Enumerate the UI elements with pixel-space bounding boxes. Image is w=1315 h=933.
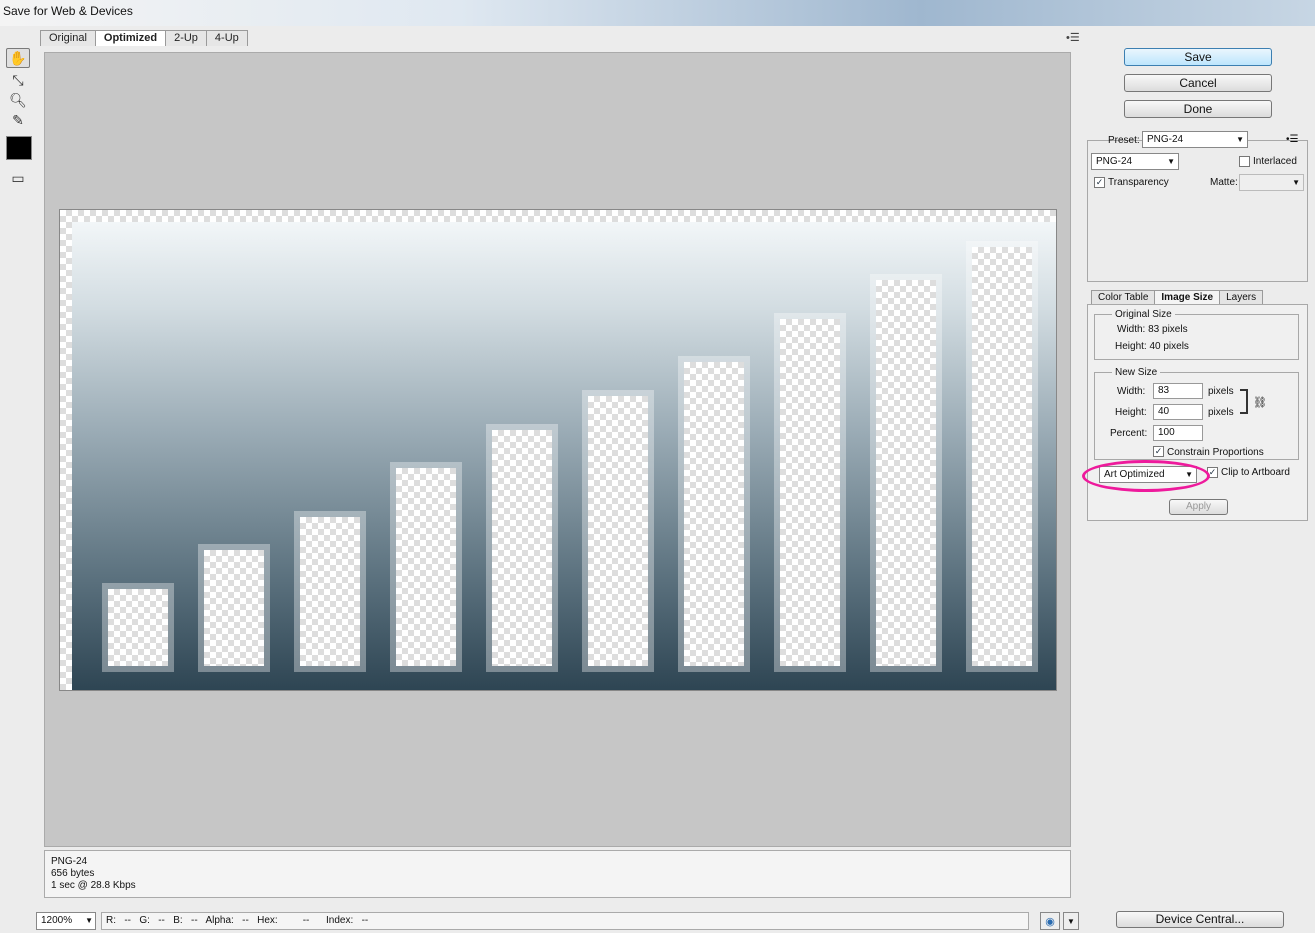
format-value: PNG-24 — [1096, 156, 1133, 167]
save-button[interactable]: Save — [1124, 48, 1272, 66]
chevron-down-icon: ▼ — [85, 916, 93, 925]
view-tabs: Original Optimized 2-Up 4-Up — [40, 30, 248, 46]
cancel-button[interactable]: Cancel — [1124, 74, 1272, 92]
format-select[interactable]: PNG-24 ▼ — [1091, 153, 1179, 170]
proportion-bracket — [1240, 389, 1248, 414]
width-label: Width: — [1117, 386, 1146, 397]
percent-input[interactable]: 100 — [1153, 425, 1203, 441]
tab-image-size[interactable]: Image Size — [1154, 290, 1221, 305]
preview-bar — [492, 430, 552, 666]
annotation-highlight — [1082, 460, 1210, 492]
original-size-title: Original Size — [1112, 309, 1175, 320]
toolbox: ✋ ⤡ 🔍︎ ✎ ▭ — [3, 44, 33, 932]
hand-icon[interactable]: ✋ — [6, 48, 30, 68]
tab-optimized[interactable]: Optimized — [94, 30, 167, 46]
chevron-down-icon: ▼ — [1167, 157, 1175, 166]
apply-button[interactable]: Apply — [1169, 499, 1228, 515]
original-height: Height: 40 pixels — [1115, 341, 1189, 352]
chevron-down-icon: ▼ — [1236, 135, 1244, 144]
browser-preview-icon[interactable]: ◉ — [1040, 912, 1060, 930]
height-label: Height: — [1115, 407, 1147, 418]
percent-label: Percent: — [1110, 428, 1148, 439]
transparency-checkbox[interactable]: ✓ — [1094, 177, 1105, 188]
title-bar: Save for Web & Devices — [0, 0, 1315, 26]
constrain-label: Constrain Proportions — [1167, 447, 1264, 458]
chevron-down-icon: ▼ — [1292, 178, 1300, 187]
original-size-group — [1094, 314, 1299, 360]
preview-bar — [108, 589, 168, 666]
preview-viewport[interactable] — [44, 52, 1071, 847]
device-central-button[interactable]: Device Central... — [1116, 911, 1284, 928]
tab-2-up[interactable]: 2-Up — [165, 30, 207, 46]
zoom-icon[interactable]: 🔍︎ — [6, 90, 30, 110]
done-button[interactable]: Done — [1124, 100, 1272, 118]
preview-bar — [876, 280, 936, 666]
toggle-slices-icon[interactable]: ▭ — [6, 168, 30, 188]
color-readout: R: -- G: -- B: -- Alpha: -- Hex: -- Inde… — [101, 912, 1029, 930]
zoom-select[interactable]: 1200% ▼ — [36, 912, 96, 930]
preset-label: Preset: — [1108, 135, 1140, 146]
settings-menu-icon[interactable]: •☰ — [1286, 134, 1298, 145]
tab-layers[interactable]: Layers — [1219, 290, 1264, 305]
preview-bar — [780, 319, 840, 666]
preview-bar — [972, 247, 1032, 666]
chain-link-icon: ⛓ — [1253, 397, 1267, 409]
matte-label: Matte: — [1210, 177, 1238, 188]
clip-artboard-label: Clip to Artboard — [1221, 467, 1290, 478]
height-unit: pixels — [1208, 407, 1234, 418]
tab-color-table[interactable]: Color Table — [1091, 290, 1156, 305]
optimization-info: PNG-24 656 bytes 1 sec @ 28.8 Kbps — [44, 850, 1071, 898]
zoom-value: 1200% — [41, 915, 73, 926]
matte-select[interactable]: ▼ — [1239, 174, 1304, 191]
info-speed: 1 sec @ 28.8 Kbps — [51, 880, 136, 891]
info-format: PNG-24 — [51, 856, 88, 867]
panel-menu-icon[interactable]: •☰ — [1066, 31, 1080, 44]
status-bar: 1200% ▼ R: -- G: -- B: -- Alpha: -- Hex:… — [36, 912, 1082, 932]
browser-menu-button[interactable]: ▼ — [1063, 912, 1079, 930]
preview-bar — [396, 468, 456, 666]
preview-bar — [684, 362, 744, 666]
height-input[interactable]: 40 — [1153, 404, 1203, 420]
window-title: Save for Web & Devices — [3, 4, 133, 18]
width-unit: pixels — [1208, 386, 1234, 397]
preview-bar — [204, 550, 264, 666]
tab-original[interactable]: Original — [40, 30, 96, 46]
preset-value: PNG-24 — [1147, 134, 1184, 145]
interlaced-label: Interlaced — [1253, 156, 1297, 167]
tab-4-up[interactable]: 4-Up — [205, 30, 248, 46]
width-input[interactable]: 83 — [1153, 383, 1203, 399]
preview-bar — [300, 517, 360, 666]
new-size-title: New Size — [1112, 367, 1161, 378]
constrain-checkbox[interactable]: ✓ — [1153, 446, 1164, 457]
image-preview — [59, 209, 1057, 691]
interlaced-checkbox[interactable] — [1239, 156, 1250, 167]
slice-select-icon[interactable]: ⤡ — [6, 70, 30, 90]
eyedropper-icon[interactable]: ✎ — [6, 110, 30, 130]
color-swatch-icon[interactable] — [6, 136, 32, 160]
preset-select[interactable]: PNG-24 ▼ — [1142, 131, 1248, 148]
original-width: Width: 83 pixels — [1117, 324, 1188, 335]
transparency-label: Transparency — [1108, 177, 1169, 188]
panel-tabs: Color Table Image Size Layers — [1091, 290, 1264, 305]
preview-bar — [588, 396, 648, 666]
info-size: 656 bytes — [51, 868, 95, 879]
